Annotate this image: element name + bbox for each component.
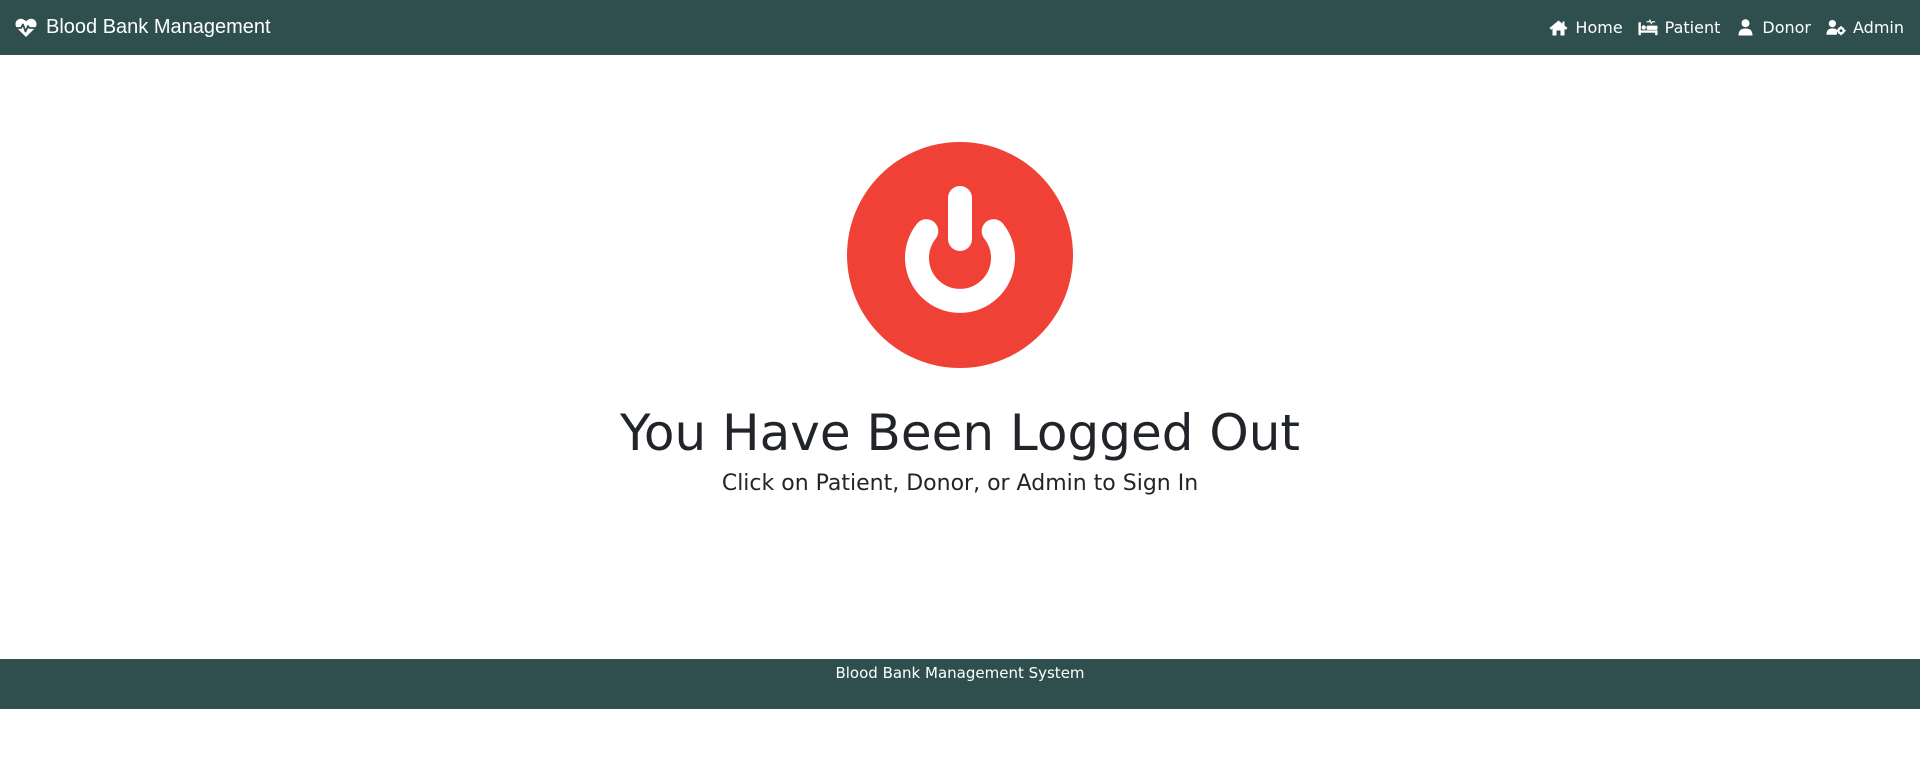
home-icon [1548, 19, 1568, 37]
nav-links: Home Patient Donor Admin [1548, 18, 1904, 37]
top-navbar: Blood Bank Management Home Patient Donor… [0, 0, 1920, 55]
nav-admin-label: Admin [1853, 18, 1904, 37]
nav-home[interactable]: Home [1548, 18, 1623, 37]
signin-instruction: Click on Patient, Donor, or Admin to Sig… [721, 471, 1199, 496]
user-icon [1735, 19, 1755, 37]
procedures-bed-icon [1638, 19, 1658, 37]
nav-admin[interactable]: Admin [1826, 18, 1904, 37]
nav-donor-label: Donor [1762, 18, 1811, 37]
page-footer: Blood Bank Management System [0, 659, 1920, 709]
heartbeat-icon [15, 18, 37, 38]
nav-patient[interactable]: Patient [1638, 18, 1721, 37]
brand-label: Blood Bank Management [46, 16, 271, 38]
nav-donor[interactable]: Donor [1735, 18, 1811, 37]
nav-patient-label: Patient [1664, 18, 1721, 37]
footer-text: Blood Bank Management System [835, 664, 1085, 682]
brand-link[interactable]: Blood Bank Management [15, 16, 271, 39]
user-cog-icon [1826, 19, 1846, 37]
power-icon [847, 142, 1073, 368]
main-content: You Have Been Logged Out Click on Patien… [0, 55, 1920, 659]
logout-headline: You Have Been Logged Out [619, 404, 1301, 462]
nav-home-label: Home [1575, 18, 1623, 37]
